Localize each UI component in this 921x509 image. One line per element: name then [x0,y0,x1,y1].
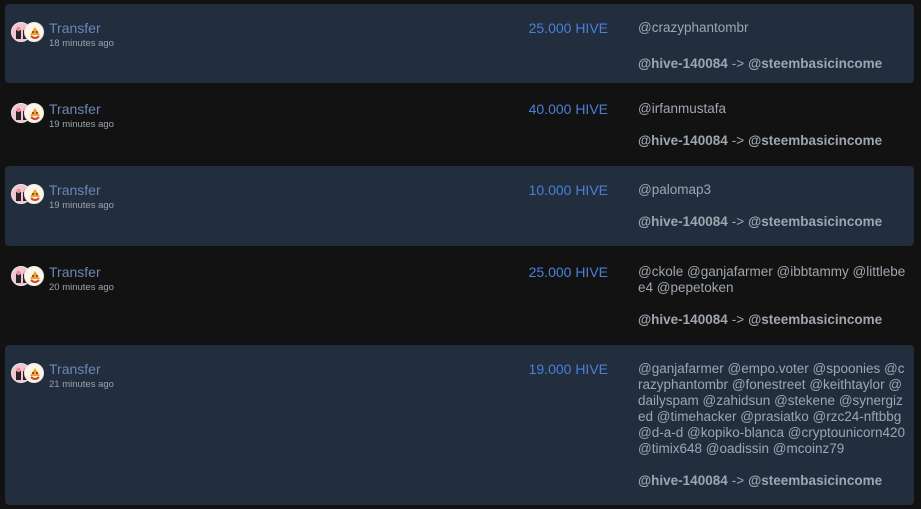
timestamp: 21 minutes ago [49,379,114,390]
recipient-link[interactable]: @crazyphantombr [638,20,749,35]
feed-row: Transfer 18 minutes ago 25.000 HIVE @cra… [5,4,914,83]
avatar[interactable] [24,266,44,286]
avatar[interactable] [24,22,44,42]
recipient-link[interactable]: @timix648 [638,441,702,456]
recipients-list: @palomap3 [638,182,908,198]
arrow: -> [731,56,745,71]
feed-row: Transfer 21 minutes ago 19.000 HIVE @gan… [5,345,914,505]
from-account-link[interactable]: @hive-140084 [638,473,728,488]
avatar[interactable] [24,103,44,123]
recipient-link[interactable]: @d-a-d [638,425,683,440]
transfer-amount[interactable]: 10.000 HIVE [529,182,608,198]
recipients-list: @ckole @ganjafarmer @ibbtammy @littlebee… [638,264,908,296]
avatar-group [11,22,45,44]
transfer-feed: Transfer 18 minutes ago 25.000 HIVE @cra… [0,0,921,509]
recipient-link[interactable]: @mcoinz79 [773,441,844,456]
arrow: -> [731,214,745,229]
avatar-group [11,266,45,288]
to-account-link[interactable]: @steembasicincome [748,56,882,71]
recipients-list: @irfanmustafa [638,101,908,117]
recipient-link[interactable]: @empo.voter [728,361,809,376]
recipient-link[interactable]: @ibbtammy [777,264,849,279]
recipient-link[interactable]: @ckole [638,264,683,279]
timestamp: 18 minutes ago [49,38,114,49]
recipient-link[interactable]: @kopiko-blanca [687,425,784,440]
feed-row: Transfer 20 minutes ago 25.000 HIVE @cko… [5,248,914,343]
recipient-link[interactable]: @fonestreet [732,377,806,392]
recipient-link[interactable]: @cryptounicorn420 [788,425,905,440]
transfer-route: @hive-140084 -> @steembasicincome [638,56,882,71]
from-account-link[interactable]: @hive-140084 [638,312,728,327]
feed-row: Transfer 19 minutes ago 40.000 HIVE @irf… [5,85,914,164]
transfer-route: @hive-140084 -> @steembasicincome [638,312,882,327]
recipient-link[interactable]: @timehacker [657,409,737,424]
timestamp: 19 minutes ago [49,119,114,130]
to-account-link[interactable]: @steembasicincome [748,473,882,488]
recipient-link[interactable]: @palomap3 [638,182,711,197]
operation-type-link[interactable]: Transfer [49,101,101,117]
from-account-link[interactable]: @hive-140084 [638,214,728,229]
transfer-route: @hive-140084 -> @steembasicincome [638,214,882,229]
operation-type-link[interactable]: Transfer [49,361,101,377]
feed-row: Transfer 19 minutes ago 10.000 HIVE @pal… [5,166,914,246]
timestamp: 19 minutes ago [49,200,114,211]
recipient-link[interactable]: @oadissin [706,441,769,456]
arrow: -> [731,133,745,148]
recipient-link[interactable]: @irfanmustafa [638,101,726,116]
recipient-link[interactable]: @pepetoken [657,280,734,295]
avatar-group [11,363,45,385]
recipient-link[interactable]: @rzc24-nftbbg [813,409,902,424]
recipient-link[interactable]: @keithtaylor [809,377,884,392]
recipients-list: @crazyphantombr [638,20,908,36]
recipient-link[interactable]: @zahidsun [703,393,771,408]
recipient-link[interactable]: @stekene [774,393,835,408]
from-account-link[interactable]: @hive-140084 [638,133,728,148]
transfer-amount[interactable]: 40.000 HIVE [529,101,608,117]
transfer-amount[interactable]: 25.000 HIVE [529,20,608,36]
transfer-amount[interactable]: 25.000 HIVE [529,264,608,280]
avatar[interactable] [24,363,44,383]
to-account-link[interactable]: @steembasicincome [748,312,882,327]
avatar[interactable] [24,184,44,204]
arrow: -> [731,473,745,488]
from-account-link[interactable]: @hive-140084 [638,56,728,71]
to-account-link[interactable]: @steembasicincome [748,214,882,229]
avatar-group [11,103,45,125]
recipients-list: @ganjafarmer @empo.voter @spoonies @craz… [638,361,908,457]
transfer-route: @hive-140084 -> @steembasicincome [638,133,882,148]
recipient-link[interactable]: @ganjafarmer [687,264,773,279]
operation-type-link[interactable]: Transfer [49,20,101,36]
operation-type-link[interactable]: Transfer [49,182,101,198]
transfer-amount[interactable]: 19.000 HIVE [529,361,608,377]
operation-type-link[interactable]: Transfer [49,264,101,280]
avatar-group [11,184,45,206]
recipient-link[interactable]: @prasiatko [740,409,808,424]
timestamp: 20 minutes ago [49,282,114,293]
recipient-link[interactable]: @ganjafarmer [638,361,724,376]
transfer-route: @hive-140084 -> @steembasicincome [638,473,882,488]
arrow: -> [731,312,745,327]
to-account-link[interactable]: @steembasicincome [748,133,882,148]
recipient-link[interactable]: @spoonies [813,361,881,376]
